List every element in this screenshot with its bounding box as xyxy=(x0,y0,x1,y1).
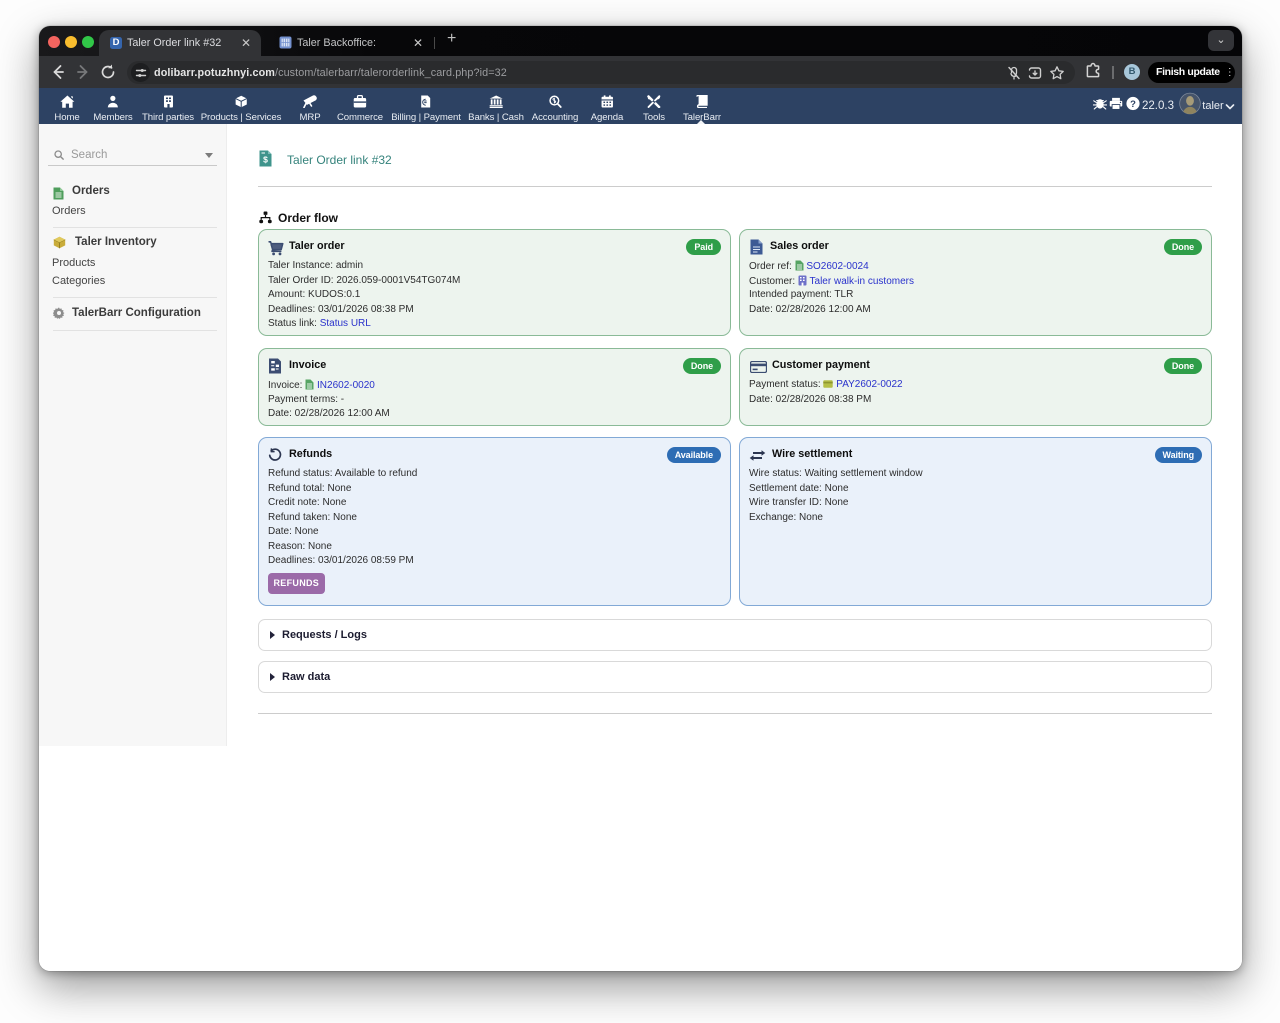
svg-text:?: ? xyxy=(1130,99,1136,110)
svg-text:$: $ xyxy=(263,155,268,165)
